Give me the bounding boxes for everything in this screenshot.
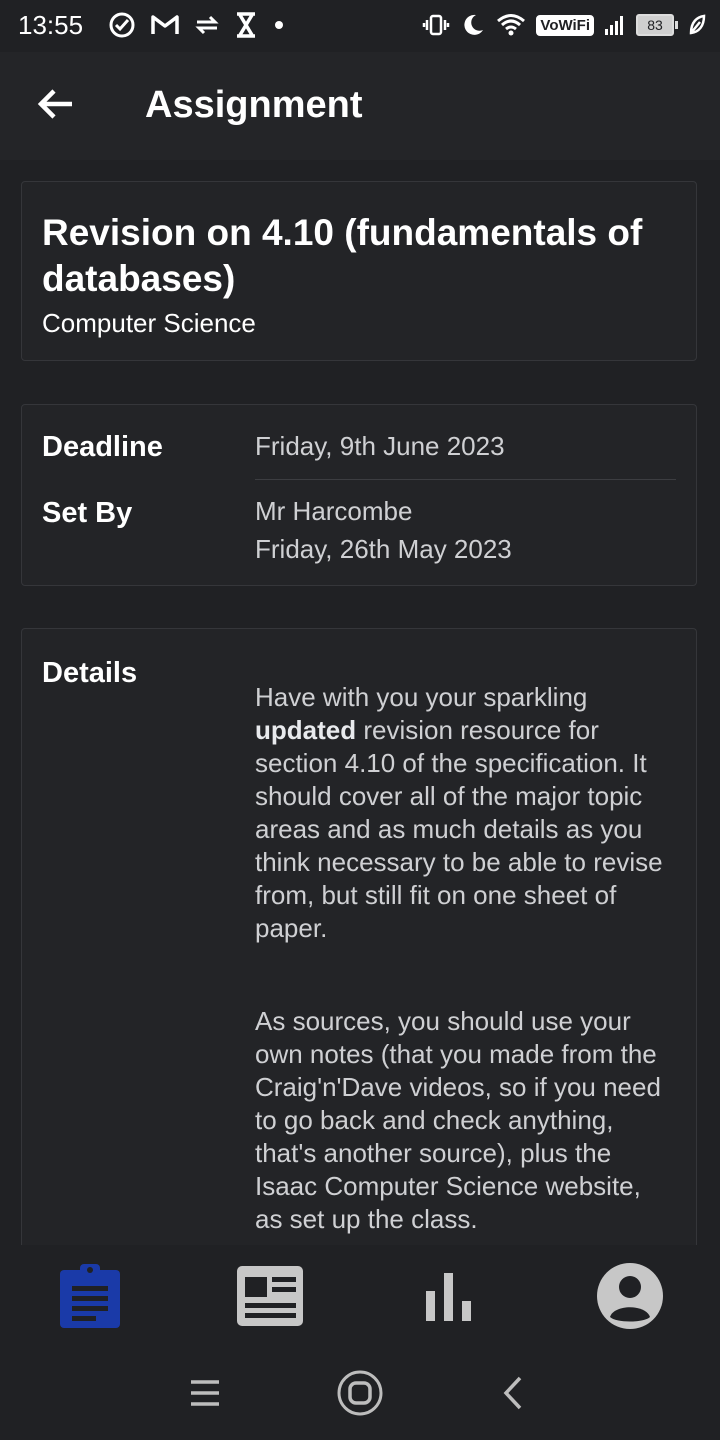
details-paragraph-2: As sources, you should use your own note… xyxy=(255,1006,661,1234)
nav-assignments[interactable] xyxy=(55,1261,125,1331)
details-card[interactable]: Details Have with you your sparkling upd… xyxy=(21,628,697,1268)
clipboard-icon xyxy=(60,1264,120,1328)
chevron-left-icon xyxy=(503,1376,522,1410)
menu-icon xyxy=(191,1380,219,1406)
check-circle-icon xyxy=(108,11,136,39)
home-circle-icon xyxy=(337,1370,383,1416)
vowifi-badge: VoWiFi xyxy=(536,11,594,39)
bar-chart-icon xyxy=(426,1273,471,1321)
status-right-icons: VoWiFi 83 xyxy=(422,10,706,40)
newspaper-icon xyxy=(237,1266,303,1326)
assignment-subject: Computer Science xyxy=(42,308,256,338)
assignment-title: Revision on 4.10 (fundamentals of databa… xyxy=(42,212,643,299)
leaf-icon xyxy=(688,11,706,39)
status-time: 13:55 xyxy=(18,10,84,40)
page-title: Assignment xyxy=(145,84,363,126)
assignment-title-card: Revision on 4.10 (fundamentals of databa… xyxy=(21,181,697,361)
arrow-left-icon xyxy=(37,89,72,119)
status-left-icons xyxy=(108,10,286,40)
app-bar: Assignment xyxy=(0,52,720,160)
dot-icon xyxy=(272,11,286,39)
set-by-date: Friday, 26th May 2023 xyxy=(255,534,512,564)
deadline-value: Friday, 9th June 2023 xyxy=(255,431,505,461)
info-divider xyxy=(255,479,676,480)
moon-icon xyxy=(460,11,486,39)
nav-news[interactable] xyxy=(235,1261,305,1331)
wifi-icon xyxy=(496,11,526,39)
home-button[interactable] xyxy=(335,1368,385,1418)
signal-icon xyxy=(604,11,626,39)
details-paragraph-1: Have with you your sparkling updated rev… xyxy=(255,682,663,943)
system-back-button[interactable] xyxy=(488,1368,538,1418)
gmail-icon xyxy=(150,11,180,39)
assignment-info-card: Deadline Friday, 9th June 2023 Set By Mr… xyxy=(21,404,697,586)
nav-profile[interactable] xyxy=(595,1261,665,1331)
battery-icon: 83 xyxy=(636,14,678,36)
battery-level: 83 xyxy=(636,14,674,36)
nav-stats[interactable] xyxy=(415,1261,485,1331)
details-label: Details xyxy=(42,657,138,689)
system-navigation-bar xyxy=(0,1350,720,1440)
hourglass-icon xyxy=(234,11,258,39)
vibrate-icon xyxy=(422,11,450,39)
recent-apps-button[interactable] xyxy=(180,1368,230,1418)
back-button[interactable] xyxy=(34,82,78,126)
bottom-navigation xyxy=(0,1245,720,1350)
status-bar: 13:55 VoWiFi 83 xyxy=(0,0,720,52)
account-circle-icon xyxy=(597,1263,663,1329)
set-by-teacher: Mr Harcombe xyxy=(255,496,413,526)
deadline-label: Deadline xyxy=(42,431,163,463)
details-body: Have with you your sparkling updated rev… xyxy=(255,681,675,1268)
data-transfer-icon xyxy=(194,11,220,39)
set-by-label: Set By xyxy=(42,497,133,529)
